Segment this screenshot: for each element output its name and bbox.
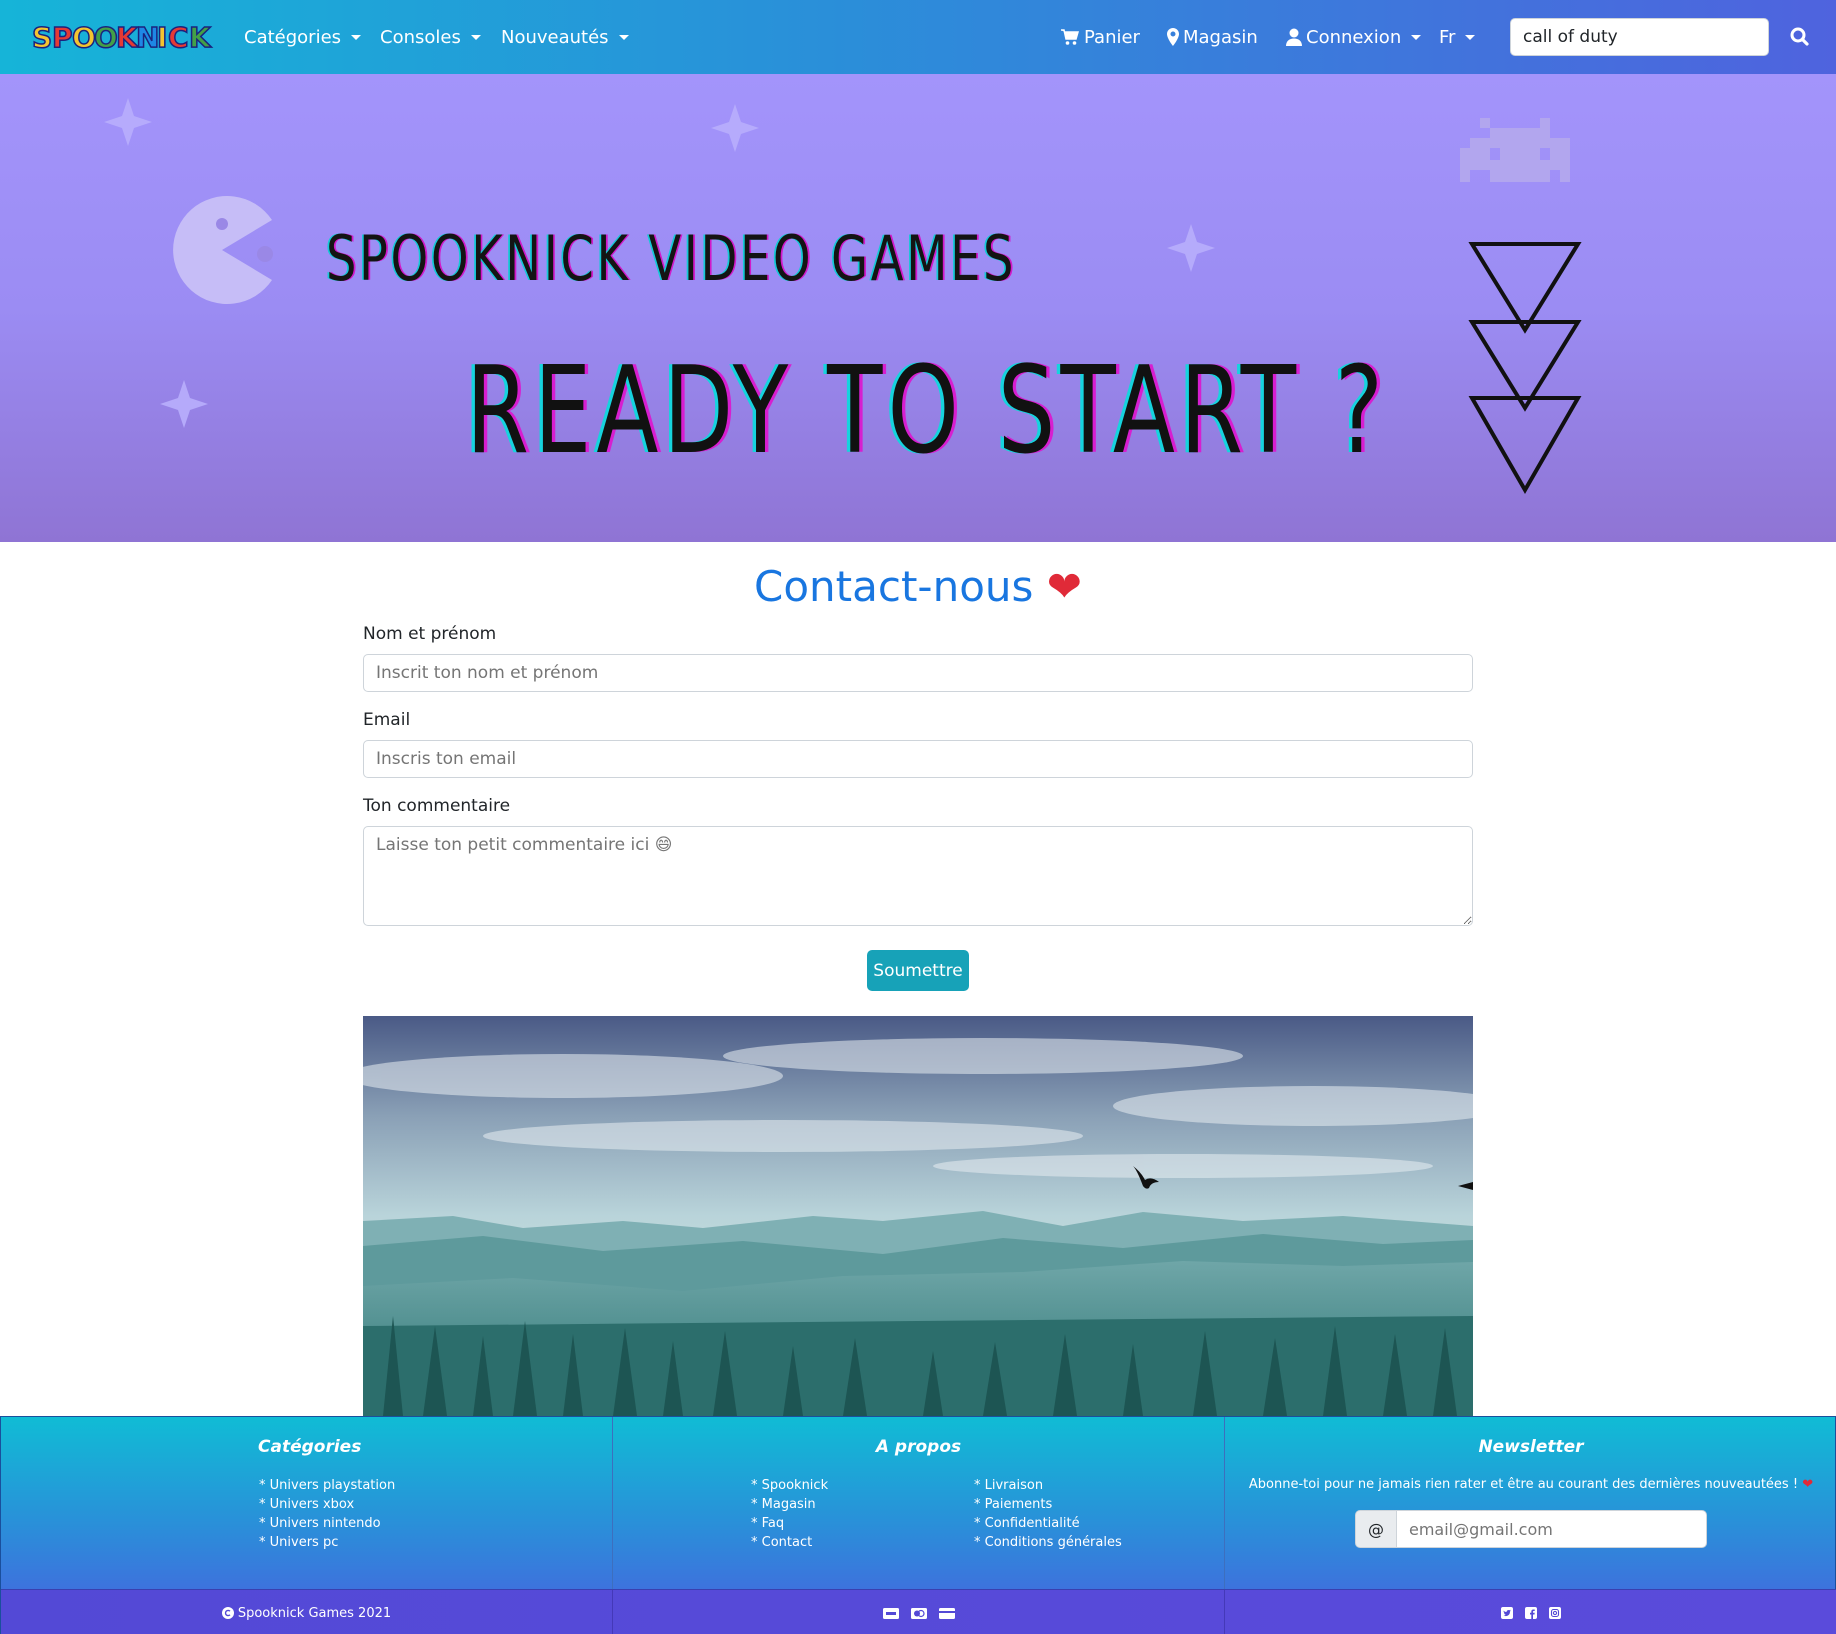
svg-text:I: I [157,21,167,54]
newsletter-input-group: @ [1355,1510,1707,1548]
footer-categories-title: Catégories [258,1437,362,1457]
copyright-icon [221,1607,234,1619]
svg-text:K: K [189,21,212,54]
nav-panier-link[interactable]: Panier [1060,0,1140,74]
nav-connexion-dropdown[interactable]: Connexion [1286,0,1422,74]
search-icon[interactable] [1786,24,1814,50]
footer-link-nintendo[interactable]: * Univers nintendo [259,1514,395,1533]
nav-magasin-link[interactable]: Magasin [1167,0,1258,74]
copyright: Spooknick Games 2021 [1,1590,613,1634]
hero-banner: SPOOKNICK VIDEO GAMES READY TO START ? [0,74,1836,542]
svg-text:S: S [32,21,52,54]
nav-language-label: Fr [1439,26,1456,48]
footer-newsletter: Newsletter Abonne-toi pour ne jamais rie… [1225,1417,1836,1589]
caret-down-icon [1411,34,1422,40]
search-input[interactable] [1510,18,1769,56]
footer-link-confidentialite[interactable]: * Confidentialité [974,1514,1122,1533]
cart-icon [1061,29,1079,45]
footer-link-contact[interactable]: * Contact [751,1533,828,1552]
caret-down-icon [351,34,362,40]
footer-link-faq[interactable]: * Faq [751,1514,828,1533]
footer-apropos: A propos * Spooknick * Magasin * Faq * C… [613,1417,1225,1589]
newsletter-text: Abonne-toi pour ne jamais rien rater et … [1225,1477,1836,1492]
nav-magasin-label: Magasin [1183,26,1258,48]
footer-apropos-list-left: * Spooknick * Magasin * Faq * Contact [751,1476,828,1552]
facebook-icon[interactable] [1525,1607,1537,1619]
svg-text:N: N [136,21,159,54]
map-marker-icon [1167,28,1179,46]
footer: Catégories * Univers playstation * Unive… [0,1416,1836,1634]
submit-button[interactable]: Soumettre [867,950,969,991]
name-label: Nom et prénom [363,624,497,644]
brand-logo[interactable]: S P O O K N I C K [32,20,214,54]
footer-link-magasin[interactable]: * Magasin [751,1495,828,1514]
nav-categories-label: Catégories [244,26,342,48]
copyright-text: Spooknick Games 2021 [237,1605,392,1621]
footer-link-paiements[interactable]: * Paiements [974,1495,1122,1514]
heart-icon: ❤ [1802,1477,1814,1492]
at-sign-addon: @ [1355,1510,1397,1548]
visa-icon [882,1607,899,1619]
contact-title: Contact-nous ❤ [0,562,1836,611]
nav-language-dropdown[interactable]: Fr [1439,0,1476,74]
caret-down-icon [470,34,481,40]
footer-link-livraison[interactable]: * Livraison [974,1476,1122,1495]
mastercard-icon [910,1607,927,1619]
footer-link-playstation[interactable]: * Univers playstation [259,1476,395,1495]
landscape-image [363,1016,1473,1416]
svg-text:O: O [94,21,118,54]
caret-down-icon [618,34,629,40]
footer-bottom-bar: Spooknick Games 2021 [1,1589,1836,1634]
footer-apropos-list-right: * Livraison * Paiements * Confidentialit… [974,1476,1122,1552]
nav-consoles-dropdown[interactable]: Consoles [380,0,481,74]
nav-categories-dropdown[interactable]: Catégories [244,0,362,74]
footer-link-pc[interactable]: * Univers pc [259,1533,395,1552]
comment-textarea[interactable] [363,826,1473,926]
credit-card-icon [938,1607,955,1619]
svg-text:O: O [72,21,96,54]
nav-consoles-label: Consoles [380,26,461,48]
comment-label: Ton commentaire [363,796,511,816]
newsletter-text-body: Abonne-toi pour ne jamais rien rater et … [1248,1477,1799,1492]
footer-link-xbox[interactable]: * Univers xbox [259,1495,395,1514]
footer-apropos-title: A propos [875,1437,962,1457]
social-icons [1225,1590,1836,1634]
heart-icon: ❤ [1046,562,1082,611]
footer-categories-list: * Univers playstation * Univers xbox * U… [259,1476,395,1552]
newsletter-email-input[interactable] [1397,1510,1707,1548]
nav-connexion-label: Connexion [1306,26,1402,48]
nav-nouveautes-label: Nouveautés [501,26,609,48]
contact-title-text: Contact-nous [754,562,1034,611]
email-input[interactable] [363,740,1473,778]
svg-text:C: C [168,21,189,54]
name-input[interactable] [363,654,1473,692]
footer-newsletter-title: Newsletter [1478,1437,1584,1457]
twitter-icon[interactable] [1501,1607,1513,1619]
footer-link-conditions[interactable]: * Conditions générales [974,1533,1122,1552]
navbar: S P O O K N I C K Catégories Consoles No… [0,0,1836,74]
payment-icons [613,1590,1225,1634]
instagram-icon[interactable] [1549,1607,1561,1619]
svg-text:P: P [52,21,73,54]
nav-nouveautes-dropdown[interactable]: Nouveautés [501,0,629,74]
hero-title: READY TO START ? [466,342,1389,481]
hero-subtitle: SPOOKNICK VIDEO GAMES [326,222,1017,295]
nav-panier-label: Panier [1084,26,1140,48]
email-label: Email [363,710,411,730]
caret-down-icon [1465,34,1476,40]
footer-categories: Catégories * Univers playstation * Unive… [1,1417,613,1589]
footer-link-spooknick[interactable]: * Spooknick [751,1476,828,1495]
user-icon [1286,28,1302,46]
